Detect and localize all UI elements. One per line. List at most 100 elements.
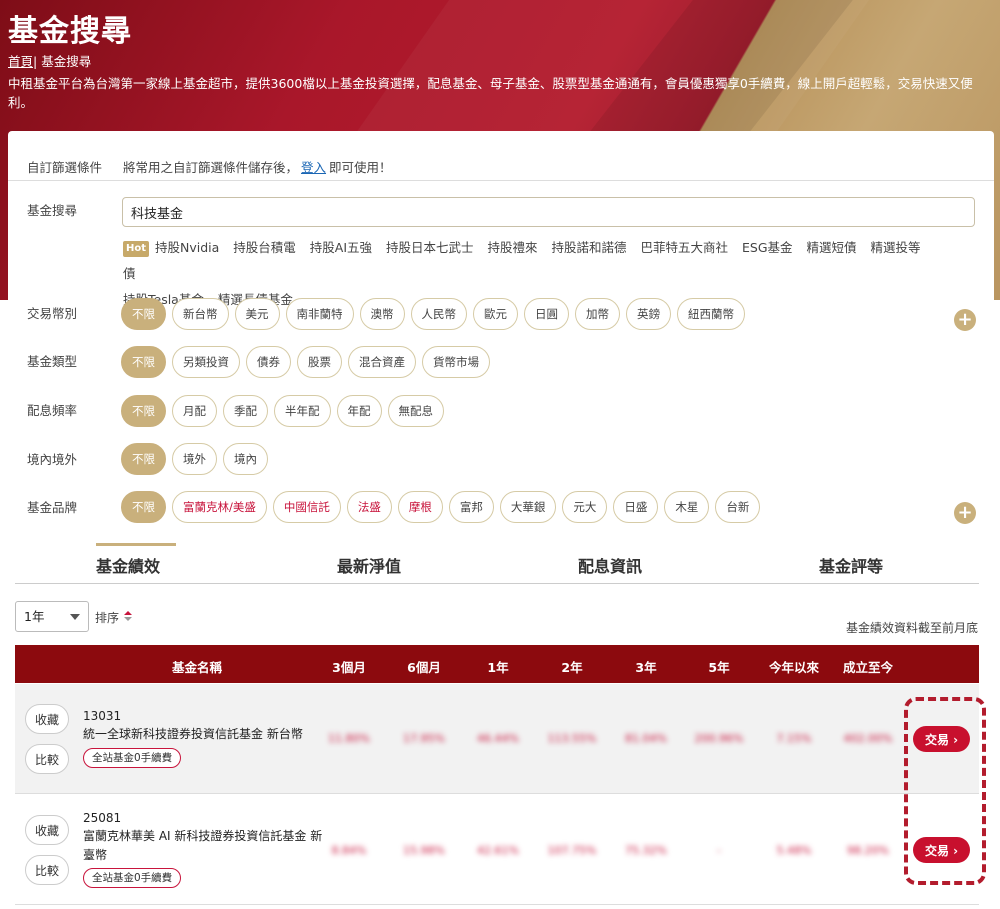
expand-currency-button[interactable]: +	[954, 309, 976, 331]
col-1y[interactable]: 1年	[487, 657, 508, 676]
fund-name-link[interactable]: 富蘭克林華美 AI 新科技證券投資信託基金 新臺幣	[83, 827, 323, 865]
breadcrumb-separator: |	[33, 54, 38, 69]
hot-tag[interactable]: 持股禮來	[488, 240, 538, 255]
fund-type-chips: 不限 另類投資 債券 股票 混合資產 貨幣市場	[121, 346, 490, 378]
period-select[interactable]: 1年	[15, 601, 89, 632]
hot-tag[interactable]: 持股Nvidia	[155, 240, 219, 255]
chip-brand[interactable]: 台新	[715, 491, 761, 523]
saved-filter-label: 自訂篩選條件	[27, 160, 103, 175]
fund-code: 25081	[83, 811, 122, 825]
hot-tag[interactable]: 持股日本七武士	[386, 240, 474, 255]
chip-brand[interactable]: 富邦	[448, 491, 494, 523]
chip-dividend[interactable]: 半年配	[274, 395, 331, 427]
brand-chips: 不限 富蘭克林/美盛 中國信託 法盛 摩根 富邦 大華銀 元大 日盛 木星 台新	[121, 491, 761, 523]
chip-brand[interactable]: 富蘭克林/美盛	[172, 491, 267, 523]
chip-domestic[interactable]: 境外	[172, 443, 217, 475]
currency-chips: 不限 新台幣 美元 南非蘭特 澳幣 人民幣 歐元 日圓 加幣 英鎊 紐西蘭幣	[121, 298, 745, 330]
chip-currency[interactable]: 澳幣	[359, 298, 405, 330]
login-link[interactable]: 登入	[301, 160, 326, 175]
chip-type-any[interactable]: 不限	[121, 346, 166, 378]
col-since-inception[interactable]: 成立至今	[843, 657, 893, 676]
chip-type[interactable]: 貨幣市場	[422, 346, 490, 378]
perf-value: 98.20%	[847, 844, 889, 857]
breadcrumb-home-link[interactable]: 首頁	[8, 54, 33, 69]
chip-currency[interactable]: 英鎊	[626, 298, 671, 330]
table-row: 收藏 比較 13031 統一全球新科技證券投資信託基金 新台幣 全站基金0手續費…	[15, 684, 979, 794]
domestic-chips: 不限 境外 境內	[121, 443, 268, 475]
chip-domestic[interactable]: 境內	[223, 443, 268, 475]
chip-dividend[interactable]: 季配	[223, 395, 268, 427]
hot-tag[interactable]: ESG基金	[742, 240, 793, 255]
chip-currency[interactable]: 美元	[234, 298, 280, 330]
tab-dividend[interactable]: 配息資訊	[578, 553, 642, 577]
col-2y[interactable]: 2年	[561, 657, 582, 676]
perf-value: 15.98%	[403, 844, 445, 857]
hot-tag[interactable]: 精選短債	[807, 240, 857, 255]
chip-dividend[interactable]: 年配	[336, 395, 382, 427]
trade-highlight-box	[904, 697, 986, 885]
chip-dividend[interactable]: 無配息	[387, 395, 444, 427]
chip-type[interactable]: 另類投資	[172, 346, 240, 378]
saved-filter-prefix: 將常用之自訂篩選條件儲存後，	[123, 160, 299, 175]
chip-brand[interactable]: 法盛	[346, 491, 392, 523]
hot-tag[interactable]: 持股諾和諾德	[552, 240, 627, 255]
chip-currency-any[interactable]: 不限	[121, 298, 166, 330]
saved-filter-hint: 將常用之自訂篩選條件儲存後， 登入 即可使用！	[123, 157, 392, 176]
collect-button[interactable]: 收藏	[25, 815, 69, 845]
fund-search-input[interactable]	[122, 197, 975, 227]
chip-currency[interactable]: 人民幣	[410, 298, 467, 330]
hot-tag[interactable]: 持股AI五強	[310, 240, 372, 255]
chip-brand[interactable]: 大華銀	[499, 491, 557, 523]
chip-type[interactable]: 股票	[297, 346, 342, 378]
chip-brand-any[interactable]: 不限	[121, 491, 166, 523]
breadcrumb: 首頁| 基金搜尋	[8, 51, 91, 70]
hot-tag[interactable]: 巴菲特五大商社	[641, 240, 729, 255]
sort-up-icon	[124, 611, 132, 615]
chip-currency[interactable]: 新台幣	[172, 298, 229, 330]
collect-button[interactable]: 收藏	[25, 704, 69, 734]
perf-value: 75.32%	[625, 844, 667, 857]
chip-dividend[interactable]: 月配	[172, 395, 217, 427]
chip-dividend-any[interactable]: 不限	[121, 395, 166, 427]
perf-value: 5.48%	[776, 844, 812, 857]
chip-brand[interactable]: 摩根	[397, 491, 443, 523]
tab-rating[interactable]: 基金評等	[819, 553, 883, 577]
chip-brand[interactable]: 木星	[664, 491, 710, 523]
chip-currency[interactable]: 南非蘭特	[285, 298, 354, 330]
chip-brand[interactable]: 日盛	[613, 491, 659, 523]
chip-type[interactable]: 混合資產	[348, 346, 416, 378]
result-tabs: 基金績效 最新淨值 配息資訊 基金評等	[15, 543, 979, 584]
col-3m[interactable]: 3個月	[332, 657, 366, 676]
sort-down-icon	[124, 617, 132, 621]
col-ytd[interactable]: 今年以來	[769, 657, 819, 676]
perf-value: 200.96%	[694, 732, 744, 745]
col-3y[interactable]: 3年	[635, 657, 656, 676]
currency-label: 交易幣別	[27, 306, 78, 321]
hot-tag[interactable]: 持股台積電	[233, 240, 296, 255]
perf-value: 7.15%	[776, 732, 812, 745]
chip-currency[interactable]: 歐元	[473, 298, 518, 330]
compare-button[interactable]: 比較	[25, 855, 69, 885]
chip-brand[interactable]: 元大	[562, 491, 608, 523]
sort-label[interactable]: 排序	[95, 609, 119, 626]
perf-value: 17.95%	[403, 732, 445, 745]
col-fund-name[interactable]: 基金名稱	[172, 657, 222, 676]
col-6m[interactable]: 6個月	[407, 657, 441, 676]
chip-currency[interactable]: 日圓	[524, 298, 569, 330]
tab-nav[interactable]: 最新淨值	[337, 553, 401, 577]
chip-type[interactable]: 債券	[246, 346, 291, 378]
compare-button[interactable]: 比較	[25, 744, 69, 774]
chip-currency[interactable]: 紐西蘭幣	[677, 298, 745, 330]
tab-performance[interactable]: 基金績效	[96, 553, 160, 577]
chip-domestic-any[interactable]: 不限	[121, 443, 166, 475]
fund-code: 13031	[83, 709, 122, 723]
fund-name-link[interactable]: 統一全球新科技證券投資信託基金 新台幣	[83, 725, 323, 744]
expand-brand-button[interactable]: +	[954, 502, 976, 524]
dividend-label: 配息頻率	[27, 403, 78, 418]
perf-value: -	[717, 844, 721, 857]
perf-value: 107.75%	[547, 844, 597, 857]
chip-currency[interactable]: 加幣	[575, 298, 620, 330]
chip-brand[interactable]: 中國信託	[272, 491, 341, 523]
sort-icon[interactable]	[123, 609, 133, 623]
col-5y[interactable]: 5年	[708, 657, 729, 676]
